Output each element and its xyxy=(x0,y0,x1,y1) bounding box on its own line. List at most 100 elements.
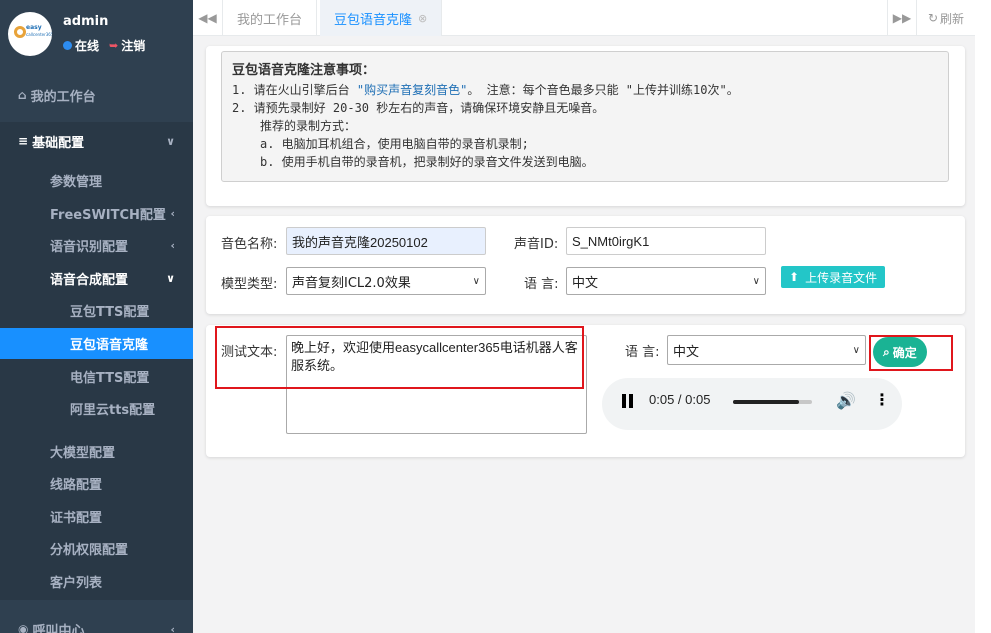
sidebar-item-label: 呼叫中心 xyxy=(32,623,85,633)
online-dot-icon xyxy=(63,41,72,50)
home-icon: ⌂ xyxy=(18,88,27,102)
sidebar-item-lines[interactable]: 线路配置 xyxy=(0,470,193,496)
double-left-icon: ◀◀ xyxy=(198,11,217,25)
logo-text: easy xyxy=(26,24,42,31)
sidebar-item-label: 阿里云tts配置 xyxy=(70,402,156,418)
notice-line-5: b. 使用手机自带的录音机，把录制好的录音文件发送到电脑。 xyxy=(260,155,594,169)
tab-bar: ◀◀ 我的工作台 豆包语音克隆 ⊗ ▶▶ ↻ 刷新 xyxy=(193,0,975,36)
upload-recording-button[interactable]: ⬆ 上传录音文件 xyxy=(781,266,886,288)
logout-icon[interactable]: ➥ xyxy=(109,39,118,52)
chevron-down-icon: ∨ xyxy=(166,134,175,148)
test-language-value: 中文 xyxy=(673,344,700,360)
tab-label: 豆包语音克隆 xyxy=(334,12,413,28)
sidebar-item-label: 语音识别配置 xyxy=(50,239,129,255)
sidebar-item-call-center[interactable]: ◉ 呼叫中心 ‹ xyxy=(0,618,193,633)
highlight-box-confirm xyxy=(869,335,953,371)
upload-icon: ⬆ xyxy=(789,270,800,284)
page-edge xyxy=(975,0,991,633)
voice-id-input[interactable]: S_NMt0irgK1 xyxy=(566,227,766,255)
username: admin xyxy=(63,14,109,29)
sidebar-item-doubao-tts[interactable]: 豆包TTS配置 xyxy=(0,297,193,323)
chevron-down-icon: ∨ xyxy=(472,275,480,287)
tab-label: 我的工作台 xyxy=(237,12,303,28)
voice-name-input[interactable]: 我的声音克隆20250102 xyxy=(286,227,486,255)
highlight-box-text xyxy=(215,326,584,389)
sidebar-item-extension-perms[interactable]: 分机权限配置 xyxy=(0,535,193,561)
sidebar-item-label: 豆包TTS配置 xyxy=(70,304,150,320)
sidebar-item-workbench[interactable]: ⌂ 我的工作台 xyxy=(0,80,193,110)
notice-line-3: 推荐的录制方式： xyxy=(260,119,357,133)
sidebar-item-label: 分机权限配置 xyxy=(50,542,129,558)
sidebar-item-label: 语音合成配置 xyxy=(50,272,129,288)
sidebar-item-label: FreeSWITCH配置 xyxy=(50,207,166,223)
tab-workbench[interactable]: 我的工作台 xyxy=(223,0,318,36)
audio-player: 0:05 / 0:05 🔊 ⋮ xyxy=(602,378,902,430)
audio-progress-slider[interactable] xyxy=(733,400,812,404)
logout-link[interactable]: 注销 xyxy=(121,37,145,54)
chevron-down-icon: ∨ xyxy=(852,344,860,356)
call-center-icon: ◉ xyxy=(18,622,29,633)
refresh-icon: ↻ xyxy=(927,11,939,25)
sidebar-item-label: 基础配置 xyxy=(32,135,85,151)
sidebar-item-aliyun-tts[interactable]: 阿里云tts配置 xyxy=(0,395,193,421)
chevron-down-icon: ∨ xyxy=(752,275,760,287)
notice-line-2: 2. 请预先录制好 20-30 秒左右的声音，请确保环境安静且无噪音。 xyxy=(232,101,605,115)
sidebar-item-tts[interactable]: 语音合成配置 ∨ xyxy=(0,265,193,291)
more-options-icon[interactable]: ⋮ xyxy=(874,390,890,409)
notice-line-1: 1. 请在火山引擎后台 "购买声音复刻音色"。 注意：每个音色最多只能 "上传并… xyxy=(232,81,938,99)
pause-icon[interactable] xyxy=(622,394,634,408)
sidebar-item-params[interactable]: 参数管理 xyxy=(0,167,193,193)
language-value: 中文 xyxy=(572,275,599,291)
upload-label: 上传录音文件 xyxy=(805,270,878,285)
notice-panel: 豆包语音克隆注意事项： 1. 请在火山引擎后台 "购买声音复刻音色"。 注意：每… xyxy=(206,46,965,206)
sidebar-item-label: 参数管理 xyxy=(50,174,103,190)
sidebar-item-basic-config[interactable]: ≡ 基础配置 ∨ xyxy=(0,126,193,156)
test-language-label: 语 言: xyxy=(625,345,660,360)
sidebar-item-label: 线路配置 xyxy=(50,477,103,493)
chevron-left-icon: ‹ xyxy=(170,206,175,220)
chevron-left-icon: ‹ xyxy=(170,238,175,252)
chevron-left-icon: ‹ xyxy=(170,622,175,633)
notice-line-4: a. 电脑加耳机组合，使用电脑自带的录音机录制; xyxy=(260,137,529,151)
basic-config-icon: ≡ xyxy=(18,134,29,148)
sidebar-item-freeswitch[interactable]: FreeSWITCH配置 ‹ xyxy=(0,200,193,226)
notice-box: 豆包语音克隆注意事项： 1. 请在火山引擎后台 "购买声音复刻音色"。 注意：每… xyxy=(221,51,949,182)
double-right-icon: ▶▶ xyxy=(892,11,912,25)
logo-ring-icon xyxy=(14,26,26,38)
sidebar-item-label: 电信TTS配置 xyxy=(70,370,150,386)
voice-id-label: 声音ID: xyxy=(514,237,559,252)
tab-doubao-clone[interactable]: 豆包语音克隆 ⊗ xyxy=(320,0,443,36)
close-icon[interactable]: ⊗ xyxy=(418,12,427,25)
scroll-right-button[interactable]: ▶▶ xyxy=(887,0,917,36)
sidebar-item-certs[interactable]: 证书配置 xyxy=(0,503,193,529)
model-type-select[interactable]: 声音复刻ICL2.0效果 ∨ xyxy=(286,267,486,295)
sidebar-item-asr[interactable]: 语音识别配置 ‹ xyxy=(0,232,193,258)
sidebar-item-customers[interactable]: 客户列表 xyxy=(0,568,193,594)
sidebar-item-label: 客户列表 xyxy=(50,575,103,591)
sidebar-item-llm[interactable]: 大模型配置 xyxy=(0,438,193,464)
sidebar-group-basic-config: ≡ 基础配置 ∨ 参数管理 FreeSWITCH配置 ‹ 语音识别配置 ‹ 语音… xyxy=(0,122,193,600)
online-status: 在线 xyxy=(75,39,100,53)
logo-subtext: callcenter365 xyxy=(26,32,52,37)
test-language-select[interactable]: 中文 ∨ xyxy=(667,335,866,365)
language-select[interactable]: 中文 ∨ xyxy=(566,267,766,295)
sidebar-item-label: 大模型配置 xyxy=(50,445,116,461)
sidebar-item-doubao-clone[interactable]: 豆包语音克隆 xyxy=(0,328,193,359)
sidebar-item-label: 证书配置 xyxy=(50,510,103,526)
volume-icon[interactable]: 🔊 xyxy=(836,391,856,410)
notice-highlight: "购买声音复刻音色" xyxy=(356,83,468,97)
language-label: 语 言: xyxy=(524,277,559,292)
refresh-button[interactable]: ↻ 刷新 xyxy=(917,0,975,36)
sidebar-item-label: 豆包语音克隆 xyxy=(70,338,149,353)
notice-title: 豆包语音克隆注意事项： xyxy=(232,63,376,78)
status-row: 在线 ➥ 注销 xyxy=(63,37,145,54)
model-type-label: 模型类型: xyxy=(221,277,278,292)
sidebar-item-telecom-tts[interactable]: 电信TTS配置 xyxy=(0,363,193,389)
avatar[interactable]: easy callcenter365 xyxy=(8,12,52,56)
audio-progress-fill xyxy=(733,400,800,404)
form-panel: 音色名称: 我的声音克隆20250102 声音ID: S_NMt0irgK1 模… xyxy=(206,216,965,314)
chevron-down-icon: ∨ xyxy=(166,271,175,285)
scroll-left-button[interactable]: ◀◀ xyxy=(193,0,223,36)
sidebar-item-label: 我的工作台 xyxy=(30,89,96,105)
notice-text: 。 注意：每个音色最多只能 "上传并训练10次"。 xyxy=(467,83,739,97)
